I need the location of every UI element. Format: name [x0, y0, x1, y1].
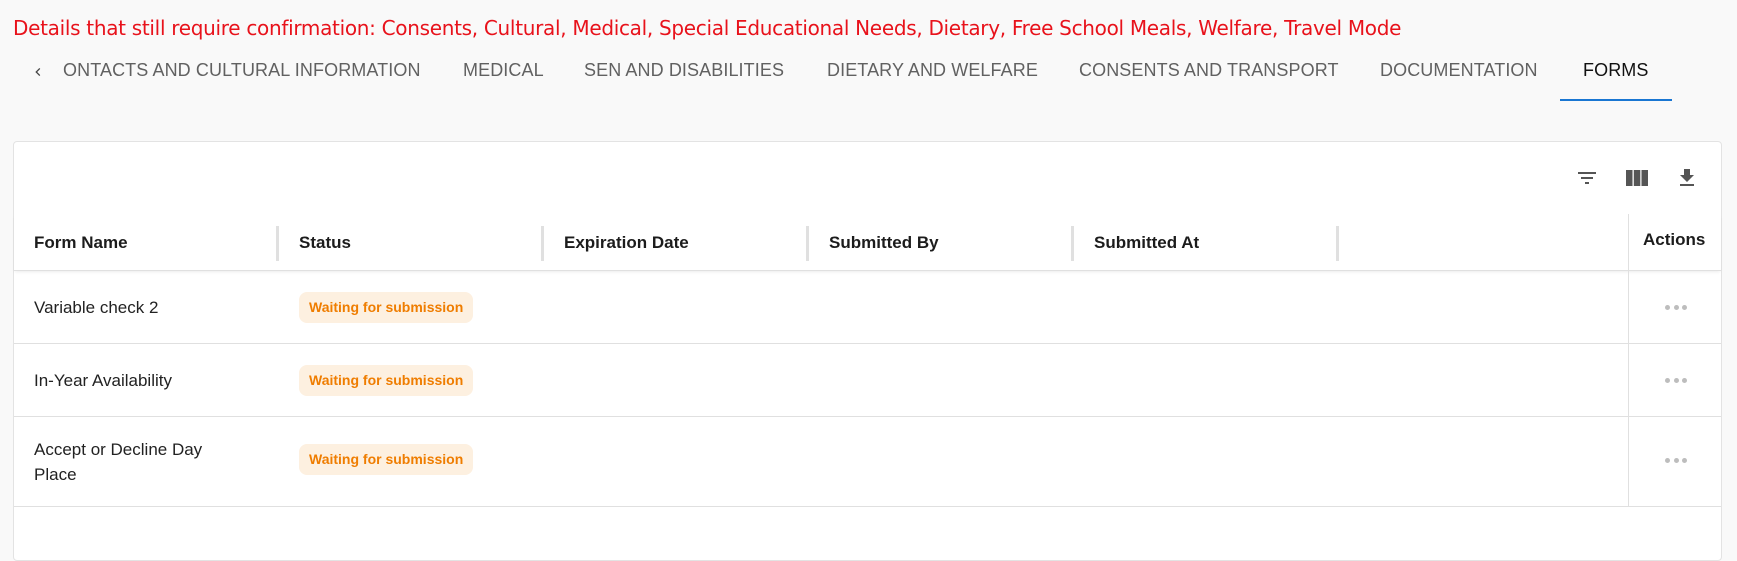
forms-table-card: Form Name Status Expiration Date Submitt… — [13, 141, 1722, 561]
column-header-submitted-by[interactable]: Submitted By — [829, 214, 939, 271]
column-header-actions: Actions — [1643, 230, 1706, 249]
tab-consents-and-transport[interactable]: CONSENTS AND TRANSPORT — [1079, 50, 1339, 102]
form-name-cell: Variable check 2 — [34, 298, 159, 317]
column-resize-handle[interactable] — [541, 226, 544, 261]
column-resize-handle[interactable] — [806, 226, 809, 261]
tab-documentation[interactable]: DOCUMENTATION — [1380, 50, 1538, 102]
form-name-cell: Accept or Decline Day Place — [34, 440, 203, 484]
column-resize-handle[interactable] — [1071, 226, 1074, 261]
more-actions-icon[interactable] — [1665, 302, 1687, 312]
tab-medical[interactable]: MEDICAL — [463, 50, 544, 102]
tab-contacts-and-cultural-information[interactable]: ONTACTS AND CULTURAL INFORMATION — [63, 50, 421, 102]
form-name-cell: In-Year Availability — [34, 371, 172, 390]
status-badge: Waiting for submission — [299, 292, 474, 323]
confirmation-alert: Details that still require confirmation:… — [13, 16, 1402, 40]
column-resize-handle[interactable] — [1336, 226, 1339, 261]
status-badge: Waiting for submission — [299, 444, 474, 475]
more-actions-icon[interactable] — [1665, 455, 1687, 465]
filter-icon[interactable] — [1573, 164, 1601, 192]
columns-icon[interactable] — [1623, 164, 1651, 192]
column-header-status[interactable]: Status — [299, 214, 351, 271]
table-row[interactable]: Variable check 2 Waiting for submission — [14, 271, 1721, 344]
table-row[interactable]: Accept or Decline Day Place Waiting for … — [14, 417, 1721, 507]
tab-bar: ONTACTS AND CULTURAL INFORMATION MEDICAL… — [0, 50, 1737, 102]
status-badge: Waiting for submission — [299, 365, 474, 396]
table-row[interactable]: In-Year Availability Waiting for submiss… — [14, 344, 1721, 417]
column-header-submitted-at[interactable]: Submitted At — [1094, 214, 1199, 271]
tab-forms[interactable]: FORMS — [1583, 50, 1649, 102]
chevron-left-icon[interactable] — [26, 60, 50, 84]
tab-sen-and-disabilities[interactable]: SEN AND DISABILITIES — [584, 50, 784, 102]
column-header-form-name[interactable]: Form Name — [34, 214, 128, 271]
column-header-expiration-date[interactable]: Expiration Date — [564, 214, 689, 271]
column-resize-handle[interactable] — [276, 226, 279, 261]
table-header: Form Name Status Expiration Date Submitt… — [14, 214, 1721, 271]
active-tab-indicator — [1560, 99, 1672, 101]
download-icon[interactable] — [1673, 164, 1701, 192]
tab-dietary-and-welfare[interactable]: DIETARY AND WELFARE — [827, 50, 1038, 102]
more-actions-icon[interactable] — [1665, 375, 1687, 385]
